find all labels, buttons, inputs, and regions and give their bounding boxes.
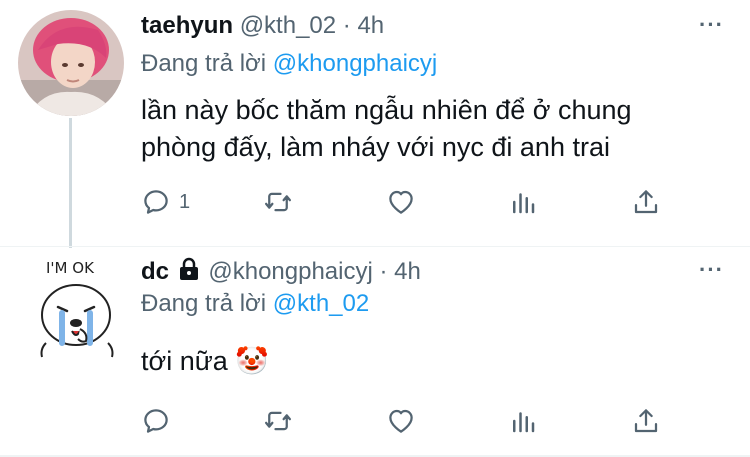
- tweet-header: dc @khongphaicyj · 4h: [141, 257, 421, 286]
- more-options-icon[interactable]: ···: [699, 257, 724, 283]
- tweet-1[interactable]: taehyun @kth_02 · 4h ··· Đang trả lời @k…: [0, 0, 750, 248]
- clown-emoji: 🤡: [235, 346, 269, 376]
- like-button[interactable]: [386, 185, 416, 219]
- reply-button[interactable]: 1: [141, 185, 190, 219]
- analytics-icon: [513, 193, 535, 214]
- lock-icon: [179, 257, 198, 280]
- retweet-icon: [265, 411, 291, 431]
- analytics-button[interactable]: [508, 185, 538, 219]
- display-name[interactable]: taehyun: [141, 12, 233, 39]
- share-button[interactable]: [631, 185, 661, 219]
- replying-prefix: Đang trả lời: [141, 50, 267, 77]
- timestamp[interactable]: 4h: [394, 258, 421, 285]
- tweet-2[interactable]: I'M OK dc @khongphaicyj · 4h ··· Đang tr…: [0, 247, 750, 455]
- separator-dot: ·: [342, 12, 351, 39]
- share-button[interactable]: [631, 404, 661, 438]
- action-bar: 1: [141, 185, 681, 219]
- user-handle[interactable]: @kth_02: [240, 12, 336, 39]
- analytics-icon: [513, 412, 535, 433]
- user-handle[interactable]: @khongphaicyj: [208, 258, 372, 285]
- thread-line: [69, 118, 72, 248]
- tweet-text: tới nữa 🤡: [141, 343, 269, 380]
- action-bar: [141, 404, 681, 438]
- share-icon: [634, 409, 658, 433]
- analytics-button[interactable]: [508, 404, 538, 438]
- reply-button[interactable]: [141, 404, 171, 438]
- replying-mention-link[interactable]: @khongphaicyj: [273, 50, 437, 77]
- replying-to: Đang trả lời @kth_02: [141, 290, 369, 318]
- replying-mention-link[interactable]: @kth_02: [273, 290, 369, 317]
- crying-sticker-avatar: I'M OK: [40, 259, 114, 358]
- avatar-caption: I'M OK: [46, 259, 95, 277]
- avatar[interactable]: I'M OK: [22, 251, 126, 361]
- separator-dot: ·: [379, 258, 388, 285]
- retweet-button[interactable]: [263, 185, 293, 219]
- avatar[interactable]: [18, 10, 124, 116]
- heart-icon: [389, 190, 413, 214]
- tweet-header: taehyun @kth_02 · 4h: [141, 12, 384, 40]
- retweet-button[interactable]: [263, 404, 293, 438]
- profile-photo: [18, 10, 124, 116]
- replying-to: Đang trả lời @khongphaicyj: [141, 50, 437, 78]
- reply-icon: [144, 409, 168, 433]
- tweet-text-line: lần này bốc thăm ngẫu nhiên để ở chung: [141, 95, 632, 125]
- share-icon: [634, 190, 658, 214]
- reply-count: 1: [179, 190, 191, 213]
- retweet-icon: [265, 192, 291, 212]
- tweet-text-line: tới nữa: [141, 346, 228, 376]
- heart-icon: [389, 409, 413, 433]
- more-options-icon[interactable]: ···: [699, 12, 724, 38]
- display-name[interactable]: dc: [141, 258, 169, 285]
- like-button[interactable]: [386, 404, 416, 438]
- tweet-text: lần này bốc thăm ngẫu nhiên để ở chung p…: [141, 92, 632, 166]
- reply-icon: [144, 190, 168, 214]
- tweet-text-line: phòng đấy, làm nháy với nyc đi anh trai: [141, 132, 610, 162]
- timestamp[interactable]: 4h: [357, 12, 384, 39]
- replying-prefix: Đang trả lời: [141, 290, 267, 317]
